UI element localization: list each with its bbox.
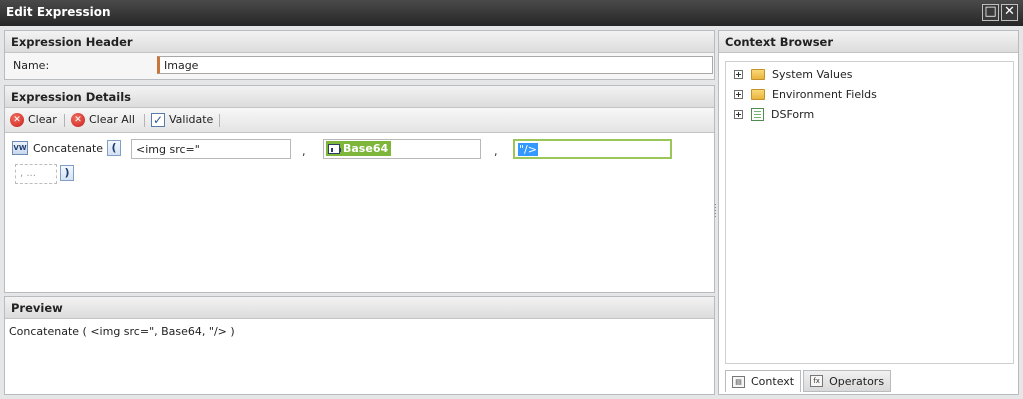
field-icon bbox=[328, 143, 341, 154]
argument-1-input[interactable]: <img src=" bbox=[131, 139, 291, 159]
field-token[interactable]: Base64 bbox=[326, 141, 392, 156]
add-argument-slot[interactable]: , ... bbox=[15, 164, 57, 184]
toolbar-divider bbox=[219, 114, 220, 127]
context-tree: System Values Environment Fields DSForm bbox=[725, 61, 1014, 364]
clear-all-label: Clear All bbox=[89, 113, 135, 126]
tree-item-dsform[interactable]: DSForm bbox=[734, 105, 814, 123]
clear-label: Clear bbox=[28, 113, 57, 126]
clear-all-icon: ✕ bbox=[71, 113, 85, 127]
folder-icon bbox=[751, 88, 765, 100]
argument-separator: , bbox=[494, 145, 498, 158]
context-browser-panel: Context Browser System Values Environmen… bbox=[718, 30, 1019, 395]
toolbar-divider bbox=[64, 114, 65, 127]
details-toolbar: ✕ Clear ✕ Clear All ✓ Validate bbox=[5, 108, 714, 133]
clear-icon: ✕ bbox=[10, 113, 24, 127]
tree-item-label: DSForm bbox=[771, 107, 815, 121]
name-row: Name: Image bbox=[5, 53, 714, 79]
validate-label: Validate bbox=[169, 113, 214, 126]
expand-icon[interactable] bbox=[734, 109, 743, 119]
clear-button[interactable]: ✕ Clear bbox=[10, 112, 57, 128]
expression-details-title: Expression Details bbox=[5, 86, 714, 108]
dialog-body: Expression Header Name: Image Expression… bbox=[0, 26, 1023, 399]
open-paren-button[interactable]: ( bbox=[107, 140, 121, 156]
function-name[interactable]: Concatenate bbox=[33, 142, 103, 155]
close-paren-button[interactable]: ) bbox=[60, 165, 74, 181]
tree-item-label: Environment Fields bbox=[772, 87, 877, 101]
expand-icon[interactable] bbox=[734, 89, 743, 99]
argument-3-selected-text: "/> bbox=[518, 143, 538, 156]
checkmark-icon: ✓ bbox=[151, 113, 165, 127]
argument-2-input[interactable]: Base64 bbox=[323, 139, 481, 159]
context-icon: ▤ bbox=[732, 375, 745, 388]
expression-header-panel: Expression Header Name: Image bbox=[4, 30, 715, 80]
operators-icon: fx bbox=[810, 375, 824, 387]
name-label: Name: bbox=[13, 59, 50, 72]
expand-icon[interactable] bbox=[734, 69, 743, 79]
preview-title: Preview bbox=[5, 297, 714, 319]
tab-operators-label: Operators bbox=[829, 374, 885, 388]
tree-item-environment-fields[interactable]: Environment Fields bbox=[734, 85, 877, 103]
expression-header-title: Expression Header bbox=[5, 31, 714, 53]
context-browser-title: Context Browser bbox=[719, 31, 1018, 53]
context-tabs: ▤ Context fx Operators bbox=[725, 370, 892, 392]
expression-editor[interactable]: VW Concatenate ( <img src=" , Base64 , "… bbox=[5, 133, 714, 292]
preview-panel: Preview Concatenate ( <img src=", Base64… bbox=[4, 296, 715, 395]
tab-operators[interactable]: fx Operators bbox=[803, 370, 892, 392]
folder-icon bbox=[751, 68, 765, 80]
argument-separator: , bbox=[302, 145, 306, 158]
clear-all-button[interactable]: ✕ Clear All bbox=[71, 112, 135, 128]
window-title: Edit Expression bbox=[6, 5, 111, 19]
maximize-icon[interactable]: □ bbox=[982, 4, 999, 21]
tab-context[interactable]: ▤ Context bbox=[725, 370, 802, 392]
toolbar-divider bbox=[144, 114, 145, 127]
title-bar: Edit Expression □ ✕ bbox=[0, 0, 1023, 26]
name-input[interactable]: Image bbox=[157, 56, 713, 74]
preview-text: Concatenate ( <img src=", Base64, "/> ) bbox=[9, 325, 235, 338]
tree-item-label: System Values bbox=[772, 67, 853, 81]
expression-details-panel: Expression Details ✕ Clear ✕ Clear All ✓… bbox=[4, 85, 715, 293]
argument-3-input[interactable]: "/> bbox=[513, 139, 672, 159]
validate-button[interactable]: ✓ Validate bbox=[151, 112, 213, 128]
form-icon bbox=[751, 107, 764, 121]
close-icon[interactable]: ✕ bbox=[1001, 4, 1018, 21]
tab-context-label: Context bbox=[751, 375, 795, 388]
function-badge-icon: VW bbox=[12, 141, 28, 155]
tree-item-system-values[interactable]: System Values bbox=[734, 65, 852, 83]
field-token-label: Base64 bbox=[343, 142, 389, 155]
horizontal-splitter-handle[interactable] bbox=[352, 291, 368, 300]
